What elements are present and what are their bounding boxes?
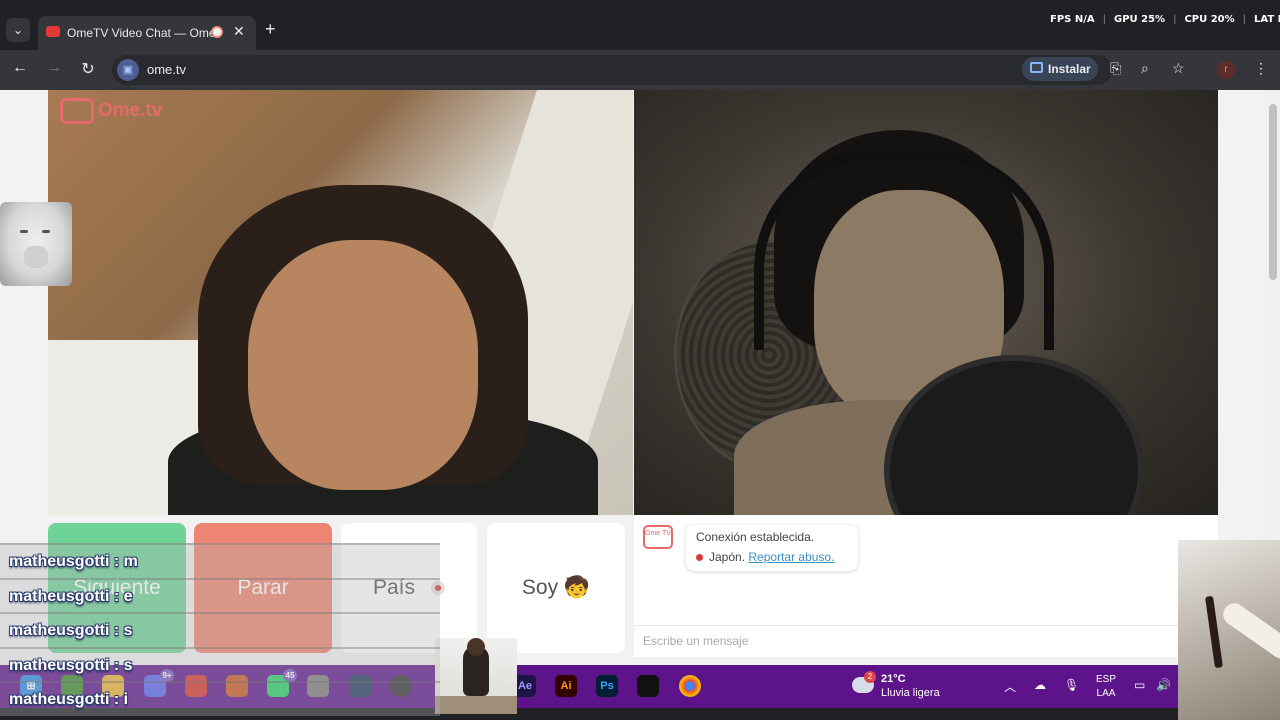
- person-face: [248, 240, 478, 490]
- install-app-button[interactable]: Instalar: [1022, 57, 1098, 81]
- new-tab-button[interactable]: +: [265, 19, 276, 40]
- japan-flag-icon: [696, 554, 703, 561]
- translate-icon[interactable]: ⎘: [1110, 60, 1121, 77]
- local-video: Ome.tv: [48, 90, 633, 515]
- stranger-country: Japón.: [709, 550, 746, 564]
- stream-overlay-dancer-image: [435, 638, 517, 714]
- stream-overlay-feet-image: [1178, 540, 1280, 720]
- profile-avatar[interactable]: r: [1217, 61, 1235, 79]
- connection-status: Conexión establecida.: [696, 530, 815, 544]
- stream-chat-line: matheusgotti : e: [0, 577, 440, 612]
- weather-badge: 2: [864, 671, 876, 683]
- recording-indicator-icon: [211, 26, 223, 38]
- after-effects-icon[interactable]: Ae: [514, 675, 536, 697]
- stream-chat-overlay: matheusgotti : m matheusgotti : e matheu…: [0, 543, 440, 716]
- cpu-stat: CPU 20%: [1184, 14, 1235, 25]
- omnibox[interactable]: ▣ ome.tv: [112, 55, 1112, 85]
- stream-chat-line: matheusgotti : i: [0, 681, 440, 716]
- reload-button[interactable]: ↻: [77, 59, 99, 79]
- tab-close-icon[interactable]: ✕: [233, 23, 245, 40]
- gpu-stat: GPU 25%: [1113, 14, 1166, 25]
- network-icon[interactable]: ▭: [1134, 678, 1145, 692]
- site-info-icon[interactable]: ▣: [117, 59, 139, 81]
- zoom-icon[interactable]: ⌕: [1141, 60, 1149, 77]
- chat-panel: Ome TV Conexión establecida. Japón. Repo…: [634, 515, 1218, 657]
- install-icon: [1030, 62, 1043, 73]
- report-abuse-link[interactable]: Reportar abuso.: [748, 550, 834, 564]
- photoshop-icon[interactable]: Ps: [596, 675, 618, 697]
- menu-kebab-icon[interactable]: ⋮: [1254, 60, 1268, 77]
- tab-ometv[interactable]: OmeTV Video Chat — Ome ✕: [38, 16, 256, 50]
- youtube-favicon-icon: [46, 26, 60, 37]
- illustrator-icon[interactable]: Ai: [555, 675, 577, 697]
- install-label: Instalar: [1048, 62, 1091, 76]
- message-input[interactable]: Escribe un mensaje: [634, 625, 1218, 657]
- tab-title: OmeTV Video Chat — Ome: [67, 26, 216, 40]
- stream-chat-line: matheusgotti : m: [0, 543, 440, 578]
- microphone-icon[interactable]: 🎙: [1064, 678, 1079, 692]
- system-message: Conexión establecida. Japón. Reportar ab…: [686, 525, 858, 571]
- remote-video: [634, 90, 1218, 515]
- input-language[interactable]: ESP LAA: [1096, 673, 1116, 701]
- stream-chat-line: matheusgotti : s: [0, 646, 440, 681]
- volume-icon[interactable]: 🔊: [1156, 678, 1171, 692]
- gender-button[interactable]: Soy 🧒: [487, 523, 625, 653]
- temperature: 21°C: [881, 673, 906, 685]
- forward-button[interactable]: →: [43, 59, 65, 77]
- browser-titlebar: ⌄ OmeTV Video Chat — Ome ✕ + FPS N/A | GPU…: [0, 0, 1280, 50]
- stream-overlay-baby-image: [0, 202, 72, 286]
- weather-description: Lluvia ligera: [881, 687, 940, 699]
- url-text[interactable]: ome.tv: [147, 62, 186, 77]
- ometv-watermark-logo: Ome.tv: [60, 98, 162, 124]
- bookmark-star-icon[interactable]: ☆: [1172, 60, 1185, 77]
- scrollbar-thumb[interactable]: [1269, 104, 1277, 280]
- performance-overlay: FPS N/A|GPU 25%|CPU 20%|LAT N/A: [1050, 14, 1280, 25]
- onedrive-icon[interactable]: ☁: [1034, 678, 1046, 692]
- chrome-icon[interactable]: [679, 675, 701, 697]
- lat-stat: LAT N/A: [1254, 14, 1280, 25]
- tray-chevron-icon[interactable]: ︿: [1004, 678, 1016, 695]
- address-bar-row: ← → ↻ ▣ ome.tv Instalar ⎘ ⌕ ☆ r ⋮: [0, 50, 1280, 90]
- fps-stat: FPS N/A: [1050, 14, 1095, 25]
- ometv-chat-logo: Ome TV: [643, 525, 673, 549]
- capcut-icon[interactable]: [637, 675, 659, 697]
- stream-chat-line: matheusgotti : s: [0, 612, 440, 647]
- back-button[interactable]: ←: [9, 59, 31, 77]
- tab-search-dropdown[interactable]: ⌄: [6, 18, 30, 42]
